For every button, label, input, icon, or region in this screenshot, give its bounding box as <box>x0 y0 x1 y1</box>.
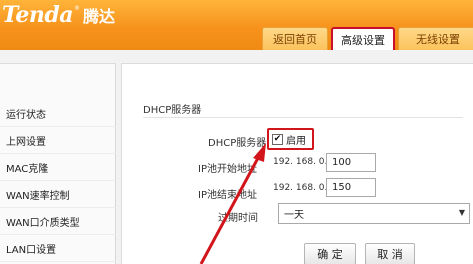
dhcp-enable-label: 启用 <box>286 135 306 147</box>
cancel-button[interactable]: 取 消 <box>365 243 415 264</box>
brand-logo: Tenda ® 腾达 <box>2 2 115 28</box>
ip-pool-end-label: IP池结束地址 <box>198 190 257 201</box>
dhcp-panel: DHCP服务器 DHCP服务器 ✔ 启用 IP池开始地址 192. 168. 0… <box>121 63 473 264</box>
lease-time-label: 过期时间 <box>218 213 258 224</box>
dhcp-server-label: DHCP服务器 <box>208 138 267 149</box>
header-bar: Tenda ® 腾达 返回首页 高级设置 无线设置 <box>0 0 473 50</box>
sidebar-item-internet[interactable]: 上网设置 <box>0 128 116 154</box>
sidebar-item-wan-media[interactable]: WAN口介质类型 <box>0 209 116 235</box>
tab-advanced-settings[interactable]: 高级设置 <box>331 27 395 50</box>
ip-pool-end-input[interactable]: 150 <box>326 178 376 197</box>
sidebar: 运行状态 上网设置 MAC克隆 WAN速率控制 WAN口介质类型 LAN口设置 <box>0 63 116 264</box>
brand-name-cn: 腾达 <box>82 7 115 26</box>
ip-pool-start-input[interactable]: 100 <box>326 153 376 172</box>
sidebar-item-wan-rate[interactable]: WAN速率控制 <box>0 182 116 208</box>
section-title: DHCP服务器 <box>143 105 202 116</box>
ip-pool-end-prefix: 192. 168. 0. <box>273 183 328 193</box>
ip-pool-start-label: IP池开始地址 <box>198 164 257 175</box>
dhcp-enable-highlight: ✔ 启用 <box>267 128 314 150</box>
dropdown-arrow-icon: ▼ <box>458 208 465 217</box>
brand-name-en: Tenda <box>2 2 73 28</box>
sidebar-item-mac-clone[interactable]: MAC克隆 <box>0 155 116 181</box>
dhcp-enable-checkbox[interactable]: ✔ <box>272 133 283 145</box>
lease-time-select[interactable]: 一天 ▼ <box>278 203 470 224</box>
tab-wireless-settings[interactable]: 无线设置 <box>398 27 473 50</box>
top-tabs: 返回首页 高级设置 无线设置 <box>262 27 473 50</box>
confirm-button[interactable]: 确 定 <box>304 243 356 264</box>
registered-mark: ® <box>73 5 80 12</box>
lease-time-value: 一天 <box>284 210 304 221</box>
section-divider <box>143 117 463 118</box>
sidebar-item-lan[interactable]: LAN口设置 <box>0 236 116 262</box>
ip-pool-start-prefix: 192. 168. 0. <box>273 157 328 167</box>
sidebar-item-status[interactable]: 运行状态 <box>0 101 116 127</box>
tab-home[interactable]: 返回首页 <box>262 27 328 50</box>
